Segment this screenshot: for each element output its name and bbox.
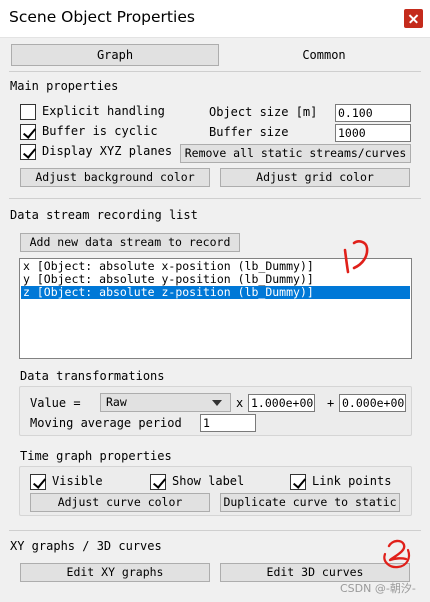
moving-average-label: Moving average period [30, 416, 182, 430]
moving-average-input[interactable]: 1 [200, 414, 256, 432]
value-select[interactable]: Raw [100, 393, 231, 412]
show-label-box[interactable] [150, 474, 166, 490]
buffer-size-label: Buffer size [209, 125, 289, 139]
plus-sign: + [327, 396, 335, 410]
object-size-input[interactable]: 0.100 [335, 104, 411, 122]
explicit-handling-checkbox[interactable]: Explicit handling [20, 103, 190, 121]
time-graph-properties-label: Time graph properties [20, 449, 172, 463]
buffer-cyclic-label: Buffer is cyclic [42, 124, 158, 138]
annotation-mark-2 [383, 539, 411, 569]
visible-checkbox[interactable]: Visible [30, 473, 130, 491]
add-data-stream-button[interactable]: Add new data stream to record [20, 233, 240, 252]
remove-all-streams-button[interactable]: Remove all static streams/curves [180, 144, 411, 163]
object-size-label: Object size [m] [209, 105, 318, 119]
multiplier-input[interactable]: 1.000e+00 [248, 394, 315, 412]
tab-graph[interactable]: Graph [11, 44, 219, 66]
adjust-grid-color-button[interactable]: Adjust grid color [220, 168, 410, 187]
close-icon[interactable] [404, 9, 423, 28]
show-label-label: Show label [172, 474, 245, 488]
data-transformations-label: Data transformations [20, 369, 165, 383]
adjust-curve-color-button[interactable]: Adjust curve color [30, 493, 210, 512]
visible-label: Visible [52, 474, 103, 488]
multiply-sign: x [236, 396, 244, 410]
annotation-mark-1 [343, 240, 369, 274]
buffer-cyclic-box[interactable] [20, 124, 36, 140]
explicit-handling-box[interactable] [20, 104, 36, 120]
link-points-checkbox[interactable]: Link points [290, 473, 405, 491]
display-xyz-box[interactable] [20, 144, 36, 160]
window-title: Scene Object Properties [9, 8, 195, 26]
main-properties-label: Main properties [10, 79, 119, 93]
duplicate-curve-button[interactable]: Duplicate curve to static [220, 493, 400, 512]
value-label: Value = [30, 396, 81, 410]
buffer-size-input[interactable]: 1000 [335, 124, 411, 142]
adjust-background-color-button[interactable]: Adjust background color [20, 168, 210, 187]
xy-graphs-label: XY graphs / 3D curves [10, 539, 162, 553]
edit-xy-graphs-button[interactable]: Edit XY graphs [20, 563, 210, 582]
list-item-selected[interactable]: z [Object: absolute z-position (lb_Dummy… [21, 286, 410, 299]
offset-input[interactable]: 0.000e+00 [339, 394, 406, 412]
tab-graph-label: Graph [96, 48, 134, 62]
display-xyz-label: Display XYZ planes [42, 144, 173, 158]
buffer-cyclic-checkbox[interactable]: Buffer is cyclic [20, 123, 190, 141]
link-points-box[interactable] [290, 474, 306, 490]
separator [9, 530, 421, 531]
explicit-handling-label: Explicit handling [42, 104, 165, 118]
title-bar: Scene Object Properties [0, 0, 430, 38]
show-label-checkbox[interactable]: Show label [150, 473, 260, 491]
display-xyz-checkbox[interactable]: Display XYZ planes [20, 143, 180, 161]
value-select-text: Raw [106, 395, 127, 409]
link-points-label: Link points [312, 474, 392, 488]
visible-box[interactable] [30, 474, 46, 490]
separator [9, 71, 421, 72]
tab-common-label: Common [302, 48, 346, 62]
separator [9, 198, 421, 199]
chevron-down-icon [212, 400, 222, 406]
watermark: CSDN @-朝汐- [340, 582, 416, 595]
tab-common[interactable]: Common [220, 44, 428, 66]
data-stream-list-label: Data stream recording list [10, 208, 198, 222]
